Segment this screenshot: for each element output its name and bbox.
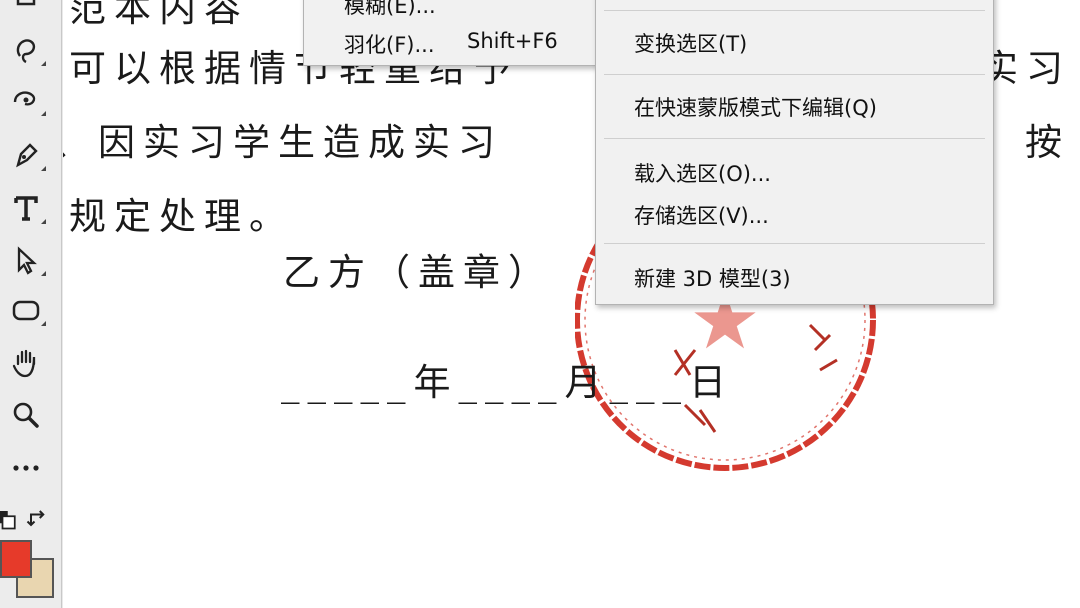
zoom-icon[interactable] xyxy=(6,395,46,435)
document-line-4: 规定处理。 xyxy=(69,195,294,238)
document-line-2-right: 实习 xyxy=(981,47,1071,90)
party-b-signature: 乙方（盖章） xyxy=(283,251,553,294)
document-line-3-right: 按 xyxy=(1025,121,1070,164)
menu-item-quick-mask[interactable]: 在快速蒙版模式下编辑(Q) xyxy=(634,92,877,122)
healing-brush-icon[interactable] xyxy=(6,80,46,120)
lasso-icon[interactable] xyxy=(6,30,46,70)
date-line: _____年____月___日 xyxy=(281,361,734,404)
menu-item-new-3d-model[interactable]: 新建 3D 模型(3) xyxy=(634,263,791,293)
rectangle-icon[interactable] xyxy=(6,290,46,330)
menu-separator xyxy=(604,10,985,11)
pen-icon[interactable] xyxy=(6,135,46,175)
menu-item-feather[interactable]: 羽化(F)... xyxy=(344,29,435,59)
menu-item-save-selection[interactable]: 存储选区(V)... xyxy=(634,200,769,230)
select-menu-dropdown: 变换选区(T) 在快速蒙版模式下编辑(Q) 载入选区(O)... 存储选区(V)… xyxy=(595,0,994,305)
menu-item-load-selection[interactable]: 载入选区(O)... xyxy=(634,158,771,188)
eraser-icon[interactable] xyxy=(6,0,46,18)
menu-separator xyxy=(604,138,985,139)
menu-separator xyxy=(604,243,985,244)
menu-separator xyxy=(604,74,985,75)
select-modify-submenu: 模糊(E)... 羽化(F)... Shift+F6 xyxy=(303,0,598,66)
more-tools-icon[interactable] xyxy=(6,448,46,488)
document-line-1: 范本内容 xyxy=(69,0,249,30)
swap-colors-icon[interactable] xyxy=(24,498,52,538)
path-select-icon[interactable] xyxy=(6,240,46,280)
type-tool-icon[interactable] xyxy=(6,188,46,228)
default-colors-icon[interactable] xyxy=(0,498,20,538)
menu-item-partial[interactable]: 模糊(E)... xyxy=(344,0,436,20)
tools-panel xyxy=(0,0,62,608)
document-line-3: 、因实习学生造成实习 xyxy=(63,121,503,164)
hand-icon[interactable] xyxy=(6,343,46,383)
feather-shortcut: Shift+F6 xyxy=(467,29,558,53)
foreground-color-swatch[interactable] xyxy=(0,540,32,578)
menu-item-transform-selection[interactable]: 变换选区(T) xyxy=(634,28,747,58)
